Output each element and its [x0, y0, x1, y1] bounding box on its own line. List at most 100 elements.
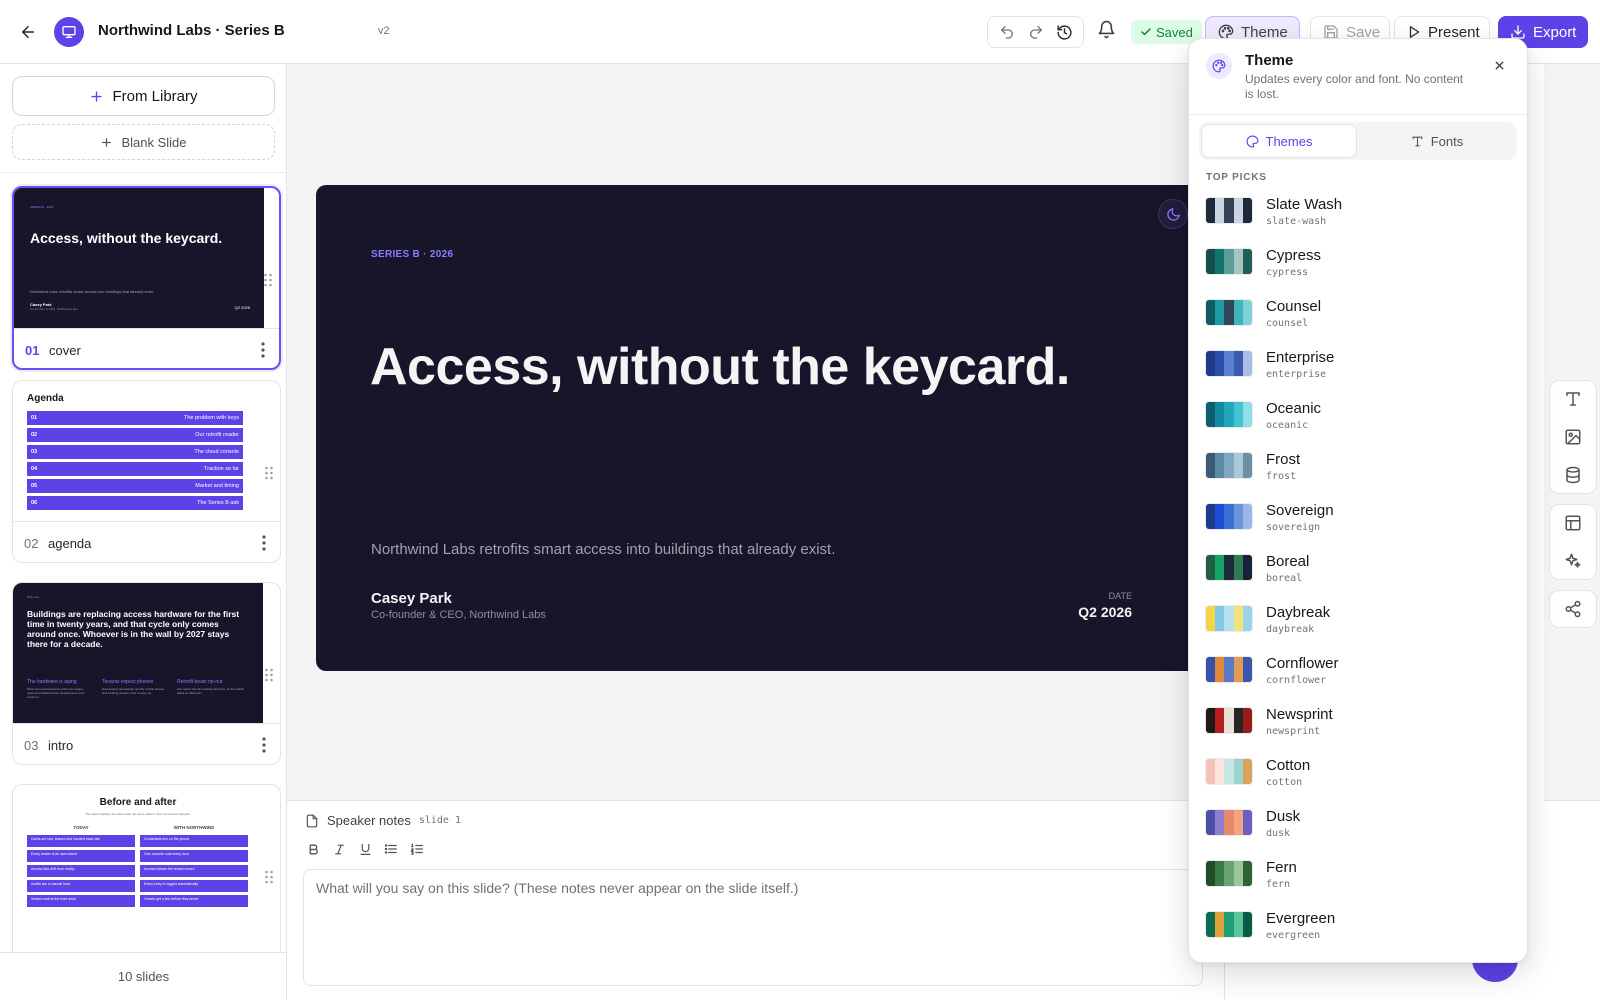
theme-option[interactable]: Counsel counsel: [1189, 287, 1527, 338]
more-vertical-icon[interactable]: [262, 737, 266, 753]
theme-option[interactable]: Enterprise enterprise: [1189, 338, 1527, 389]
right-tool-rail: [1549, 380, 1597, 628]
tab-themes[interactable]: Themes: [1201, 124, 1357, 158]
layout-button[interactable]: [1561, 511, 1585, 535]
slide-canvas[interactable]: SERIES B · 2026 Access, without the keyc…: [316, 185, 1216, 671]
layout-tools: [1549, 504, 1597, 580]
theme-list: Slate Wash slate-wash Cypress cypress Co…: [1189, 185, 1527, 950]
blank-slide-button[interactable]: Blank Slide: [12, 124, 275, 160]
more-vertical-icon[interactable]: [261, 342, 265, 358]
tab-fonts-label: Fonts: [1430, 133, 1464, 149]
theme-option[interactable]: Cotton cotton: [1189, 746, 1527, 797]
bold-button[interactable]: [305, 841, 321, 857]
redo-button[interactable]: [1024, 20, 1048, 44]
theme-option[interactable]: Cypress cypress: [1189, 236, 1527, 287]
theme-option[interactable]: Evergreen evergreen: [1189, 899, 1527, 950]
italic-button[interactable]: [331, 841, 347, 857]
export-button-label: Export: [1533, 23, 1577, 41]
theme-option[interactable]: Boreal boreal: [1189, 542, 1527, 593]
swatch-color: [1242, 504, 1252, 529]
slide-card-agenda[interactable]: Agenda 01 The problem with keys 02 Our ret…: [12, 380, 281, 563]
theme-option[interactable]: Daybreak daybreak: [1189, 593, 1527, 644]
theme-option[interactable]: Slate Wash slate-wash: [1189, 185, 1527, 236]
drag-handle-icon[interactable]: [264, 668, 274, 682]
slide-eyebrow[interactable]: SERIES B · 2026: [371, 249, 453, 260]
slide-date[interactable]: Q2 2026: [1078, 604, 1132, 620]
slide-card-intro[interactable]: Why now Buildings are replacing access h…: [12, 582, 281, 765]
add-text-button[interactable]: [1561, 387, 1585, 411]
slide-count: 10 slides: [0, 952, 286, 1000]
swatch-color: [1224, 861, 1234, 886]
swatch-color: [1233, 606, 1243, 631]
theme-name: Oceanic: [1266, 400, 1322, 417]
theme-option[interactable]: Newsprint newsprint: [1189, 695, 1527, 746]
version-label: v2: [378, 25, 390, 37]
dark-mode-toggle[interactable]: [1158, 199, 1188, 229]
theme-slug: daybreak: [1266, 624, 1315, 635]
theme-popover: Theme Updates every color and font. No c…: [1188, 38, 1528, 963]
app-logo[interactable]: [54, 17, 84, 47]
speaker-notes-input[interactable]: What will you say on this slide? (These …: [303, 869, 1203, 986]
thumb-ba-title: Before and after: [99, 797, 177, 808]
play-icon: [1409, 26, 1420, 38]
speaker-notes-header: Speaker notes slide 1: [305, 813, 461, 828]
theme-option[interactable]: Sovereign sovereign: [1189, 491, 1527, 542]
back-button[interactable]: [14, 18, 42, 46]
more-vertical-icon[interactable]: [262, 535, 266, 551]
slide-subtitle[interactable]: Northwind Labs retrofits smart access in…: [371, 541, 835, 558]
tab-fonts[interactable]: Fonts: [1359, 124, 1515, 158]
theme-option[interactable]: Dusk dusk: [1189, 797, 1527, 848]
drag-handle-icon[interactable]: [263, 273, 273, 287]
from-library-label: From Library: [112, 87, 198, 105]
theme-name: Evergreen: [1266, 910, 1336, 927]
undo-button[interactable]: [995, 20, 1019, 44]
agenda-row: 02 Our retrofit reader: [27, 428, 243, 442]
drag-handle-icon[interactable]: [264, 870, 274, 884]
notifications-button[interactable]: [1097, 20, 1116, 39]
slide-date-label[interactable]: DATE: [1109, 591, 1132, 601]
slide-title[interactable]: Access, without the keycard.: [370, 337, 1070, 397]
swatch-color: [1206, 912, 1216, 937]
thumb-agenda-title: Agenda: [27, 393, 64, 404]
slide-author-role[interactable]: Co-founder & CEO, Northwind Labs: [371, 609, 546, 621]
theme-swatch: [1205, 911, 1253, 938]
swatch-color: [1206, 606, 1216, 631]
theme-swatch: [1205, 707, 1253, 734]
from-library-button[interactable]: From Library: [12, 76, 275, 116]
swatch-color: [1242, 759, 1252, 784]
ai-assist-button[interactable]: [1561, 549, 1585, 573]
theme-option[interactable]: Fern fern: [1189, 848, 1527, 899]
theme-swatch: [1205, 197, 1253, 224]
slide-card-before-after[interactable]: Before and after The same building, the …: [12, 784, 281, 974]
theme-name: Cypress: [1266, 247, 1322, 264]
theme-name: Counsel: [1266, 298, 1322, 315]
theme-slug: newsprint: [1266, 726, 1321, 737]
theme-option[interactable]: Oceanic oceanic: [1189, 389, 1527, 440]
theme-name: Cotton: [1266, 757, 1311, 774]
close-button[interactable]: [1489, 55, 1509, 75]
bullet-list-button[interactable]: [383, 841, 399, 857]
deck-title[interactable]: Northwind Labs · Series B: [98, 22, 285, 39]
drag-handle-icon[interactable]: [264, 466, 274, 480]
file-icon: [306, 814, 318, 827]
numbered-list-button[interactable]: [409, 841, 425, 857]
slide-author[interactable]: Casey Park: [371, 590, 452, 607]
theme-swatch: [1205, 758, 1253, 785]
slide-card-cover[interactable]: SERIES B · 2026 Access, without the keyc…: [12, 186, 281, 370]
theme-option[interactable]: Frost frost: [1189, 440, 1527, 491]
theme-option[interactable]: Cornflower cornflower: [1189, 644, 1527, 695]
share-button[interactable]: [1561, 597, 1585, 621]
thumb-intro-col: The hardware is aging Most commercial ac…: [27, 679, 85, 699]
close-icon: [1495, 61, 1503, 69]
version-history-button[interactable]: [1053, 20, 1077, 44]
swatch-color: [1242, 708, 1252, 733]
underline-button[interactable]: [357, 841, 373, 857]
theme-tabs: Themes Fonts: [1199, 122, 1517, 160]
popover-divider: [1189, 114, 1527, 115]
add-image-button[interactable]: [1561, 425, 1585, 449]
swatch-color: [1215, 606, 1225, 631]
redo-icon: [1029, 26, 1042, 39]
theme-swatch: [1205, 248, 1253, 275]
speaker-notes-slide-ref: slide 1: [418, 815, 461, 826]
add-data-button[interactable]: [1561, 463, 1585, 487]
